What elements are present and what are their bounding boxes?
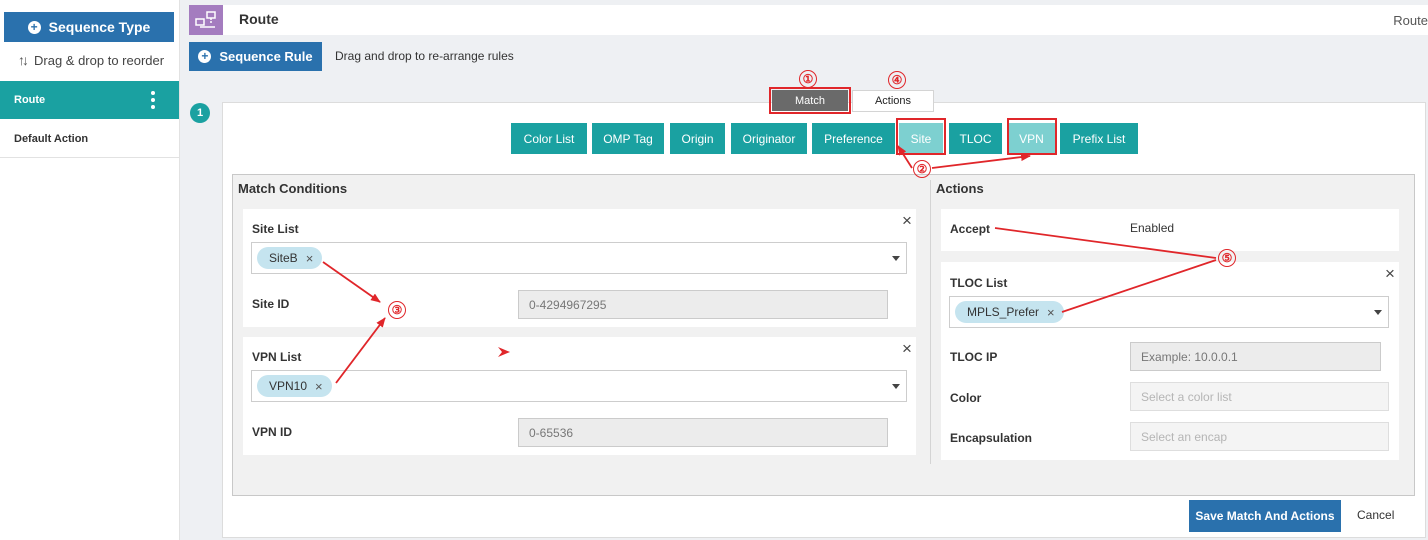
- vpn-id-label: VPN ID: [252, 425, 293, 439]
- actions-heading: Actions: [936, 181, 984, 196]
- tab-actions[interactable]: Actions: [852, 90, 934, 112]
- sidebar-item-label: Default Action: [14, 132, 89, 145]
- annotation-marker-2: ②: [913, 160, 931, 178]
- tloc-list-label: TLOC List: [950, 276, 1008, 290]
- vpn-list-select[interactable]: VPN10 ×: [251, 370, 907, 402]
- kebab-menu-icon[interactable]: [151, 91, 155, 109]
- condition-preference-button[interactable]: Preference: [812, 123, 895, 154]
- tloc-list-chip: MPLS_Prefer ×: [955, 301, 1064, 323]
- vpn-list-chip: VPN10 ×: [257, 375, 332, 397]
- site-id-label: Site ID: [252, 297, 290, 311]
- site-list-label: Site List: [252, 222, 299, 236]
- sequence-rule-hint: Drag and drop to re-arrange rules: [335, 49, 514, 63]
- drag-hint-text: Drag & drop to reorder: [34, 52, 165, 68]
- condition-omp-tag-button[interactable]: OMP Tag: [592, 123, 664, 154]
- chevron-down-icon: [1374, 310, 1382, 315]
- sequence-type-label: Sequence Type: [48, 19, 151, 35]
- close-icon[interactable]: ×: [902, 340, 912, 357]
- annotation-marker-1: ①: [799, 70, 817, 88]
- accept-label: Accept: [950, 222, 991, 236]
- route-icon: [189, 5, 223, 35]
- close-icon[interactable]: ×: [1385, 265, 1395, 282]
- encapsulation-label: Encapsulation: [950, 431, 1033, 445]
- site-list-select[interactable]: SiteB ×: [251, 242, 907, 274]
- chip-label: SiteB: [269, 251, 298, 265]
- sequence-number-badge: 1: [190, 103, 210, 123]
- sidebar-item-label: Route: [14, 94, 46, 106]
- accept-value: Enabled: [1130, 221, 1175, 235]
- tloc-list-select[interactable]: MPLS_Prefer ×: [949, 296, 1389, 328]
- annotation-marker-5: ⑤: [1218, 249, 1236, 267]
- chevron-down-icon: [892, 384, 900, 389]
- vpn-id-input[interactable]: [518, 418, 888, 447]
- tab-match[interactable]: Match: [772, 90, 848, 111]
- sequence-rule-button[interactable]: + Sequence Rule: [189, 42, 322, 71]
- condition-originator-button[interactable]: Originator: [731, 123, 807, 154]
- sequence-rule-label: Sequence Rule: [219, 49, 313, 64]
- tloc-ip-label: TLOC IP: [950, 350, 998, 364]
- tloc-ip-input[interactable]: [1130, 342, 1381, 371]
- remove-chip-icon[interactable]: ×: [1047, 305, 1055, 320]
- encapsulation-select[interactable]: [1130, 422, 1389, 451]
- plus-circle-icon: +: [198, 50, 212, 63]
- chevron-down-icon: [892, 256, 900, 261]
- drag-reorder-hint: ↑↓ Drag & drop to reorder: [18, 50, 164, 70]
- header-right-label: Route: [1393, 13, 1428, 28]
- sidebar-item-default-action[interactable]: Default Action: [0, 120, 179, 158]
- plus-circle-icon: +: [27, 20, 41, 34]
- condition-color-list-button[interactable]: Color List: [511, 123, 587, 154]
- save-match-actions-button[interactable]: Save Match And Actions: [1189, 500, 1341, 532]
- condition-tloc-button[interactable]: TLOC: [949, 123, 1002, 154]
- condition-vpn-button[interactable]: VPN: [1008, 123, 1055, 154]
- vpn-list-label: VPN List: [252, 350, 302, 364]
- page-title: Route: [239, 11, 279, 27]
- remove-chip-icon[interactable]: ×: [306, 251, 314, 266]
- condition-prefix-list-button[interactable]: Prefix List: [1060, 123, 1138, 154]
- close-icon[interactable]: ×: [902, 212, 912, 229]
- condition-site-button[interactable]: Site: [899, 123, 943, 154]
- sequence-type-button[interactable]: + Sequence Type: [4, 12, 174, 42]
- color-select[interactable]: [1130, 382, 1389, 411]
- site-id-input[interactable]: [518, 290, 888, 319]
- annotation-marker-4: ④: [888, 71, 906, 89]
- pane-divider: [930, 180, 931, 464]
- sidebar: + Sequence Type ↑↓ Drag & drop to reorde…: [0, 0, 180, 540]
- reorder-arrows-icon: ↑↓: [18, 52, 29, 68]
- chip-label: MPLS_Prefer: [967, 305, 1040, 319]
- color-label: Color: [950, 391, 982, 405]
- site-list-chip: SiteB ×: [257, 247, 323, 269]
- annotation-marker-3: ③: [388, 301, 406, 319]
- remove-chip-icon[interactable]: ×: [315, 379, 323, 394]
- sidebar-item-route[interactable]: Route: [0, 81, 179, 119]
- condition-origin-button[interactable]: Origin: [670, 123, 725, 154]
- page-header: Route Route: [189, 5, 1428, 35]
- cancel-button[interactable]: Cancel: [1357, 508, 1394, 522]
- match-conditions-heading: Match Conditions: [238, 181, 348, 196]
- chip-label: VPN10: [269, 379, 308, 393]
